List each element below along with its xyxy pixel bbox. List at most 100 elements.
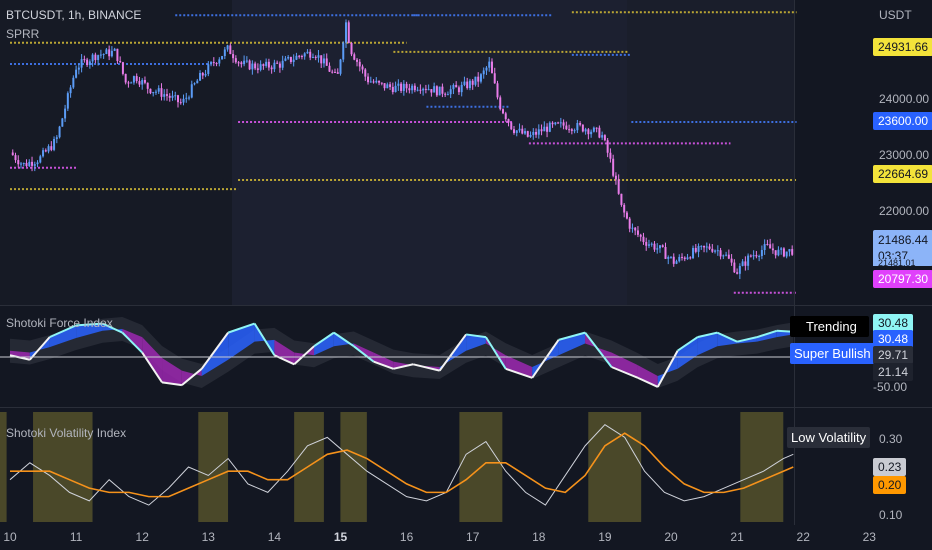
candle-body	[108, 49, 111, 57]
candle-body	[210, 62, 213, 65]
candle-body	[287, 56, 290, 59]
candle-body	[160, 88, 163, 97]
resistance-tag: 24931.66	[873, 38, 932, 56]
candle-body	[248, 60, 251, 70]
candle-body	[727, 254, 730, 259]
candle-body	[780, 248, 783, 250]
currency-label[interactable]: USDT	[879, 8, 912, 22]
candle-body	[741, 261, 744, 266]
candle-body	[579, 122, 582, 125]
candle-body	[490, 61, 493, 74]
candle-body	[226, 45, 229, 50]
candle-body	[521, 128, 524, 134]
candle-body	[317, 55, 320, 58]
candle-body	[204, 73, 207, 76]
candle-body	[69, 87, 72, 94]
candle-body	[598, 127, 601, 138]
candle-body	[86, 59, 89, 65]
candle-body	[441, 86, 444, 94]
candle-body	[322, 58, 325, 64]
indicator-label[interactable]: SPRR	[6, 27, 39, 41]
candle-body	[218, 59, 221, 64]
candle-body	[482, 70, 485, 75]
candle-body	[215, 63, 218, 65]
candle-body	[267, 61, 270, 68]
candle-body	[642, 236, 645, 242]
candle-body	[656, 248, 659, 250]
candle-body	[513, 129, 516, 133]
candle-body	[485, 67, 488, 71]
candle-body	[716, 250, 719, 252]
candle-body	[350, 43, 353, 55]
volatility-axis-tick: 0.10	[879, 508, 903, 522]
candle-body	[774, 250, 777, 256]
time-tick-label: 23	[863, 530, 877, 544]
candle-body	[576, 122, 579, 131]
candle-body	[143, 80, 146, 83]
candle-body	[683, 257, 686, 260]
candle-body	[623, 204, 626, 213]
candle-body	[788, 249, 791, 252]
candle-body	[581, 124, 584, 132]
candle-body	[449, 89, 452, 95]
candle-body	[347, 22, 350, 44]
candle-body	[612, 158, 615, 176]
candle-body	[446, 94, 449, 96]
candle-body	[733, 262, 736, 273]
candle-body	[201, 72, 204, 76]
candle-body	[769, 244, 772, 249]
candle-body	[44, 150, 47, 152]
candle-body	[617, 179, 620, 194]
candle-body	[614, 175, 617, 180]
candle-body	[408, 88, 411, 91]
candle-body	[584, 129, 587, 132]
candle-body	[245, 60, 248, 62]
candle-body	[587, 129, 590, 135]
candle-body	[223, 49, 226, 57]
candle-body	[609, 152, 612, 159]
candle-body	[730, 258, 733, 263]
candle-body	[53, 138, 56, 150]
candle-body	[416, 89, 419, 91]
candle-body	[628, 218, 631, 229]
candle-body	[452, 84, 455, 90]
candle-body	[510, 122, 513, 130]
candle-body	[33, 164, 36, 166]
candle-body	[692, 247, 695, 259]
time-tick-label: 12	[136, 530, 150, 544]
candle-body	[372, 81, 375, 83]
candle-body	[670, 256, 672, 258]
candle-body	[303, 53, 306, 57]
symbol-title[interactable]: BTCUSDT, 1h, BINANCE	[6, 8, 141, 22]
volatility-index-title[interactable]: Shotoki Volatility Index	[6, 426, 126, 440]
candle-body	[168, 95, 171, 98]
candle-body	[771, 248, 774, 251]
candle-body	[47, 146, 50, 152]
candle-body	[342, 42, 345, 60]
candle-body	[124, 73, 127, 83]
candle-body	[639, 234, 642, 237]
candle-body	[785, 251, 788, 257]
candle-body	[653, 243, 656, 250]
candle-body	[314, 56, 317, 58]
candle-body	[592, 127, 595, 132]
candle-body	[496, 83, 499, 98]
candle-body	[714, 250, 717, 252]
candle-body	[328, 65, 331, 72]
force-index-title[interactable]: Shotoki Force Index	[6, 316, 113, 330]
candle-body	[749, 255, 752, 257]
candle-body	[603, 135, 606, 141]
chart-canvas[interactable]: 10 11 12 13 14 15 16 17 18 19 20 21 22 23	[0, 0, 932, 550]
candle-body	[474, 76, 477, 85]
price-tick: 24000.00	[879, 92, 930, 106]
low-volatility-band	[588, 412, 642, 522]
candle-body	[493, 73, 496, 84]
candle-body	[152, 91, 155, 94]
candle-body	[28, 161, 31, 167]
candle-body	[468, 80, 471, 89]
candle-body	[77, 67, 80, 70]
volatility-state-label: Low Volatility	[787, 427, 871, 448]
candle-body	[325, 58, 328, 66]
candle-body	[526, 131, 529, 137]
candle-body	[477, 76, 480, 82]
